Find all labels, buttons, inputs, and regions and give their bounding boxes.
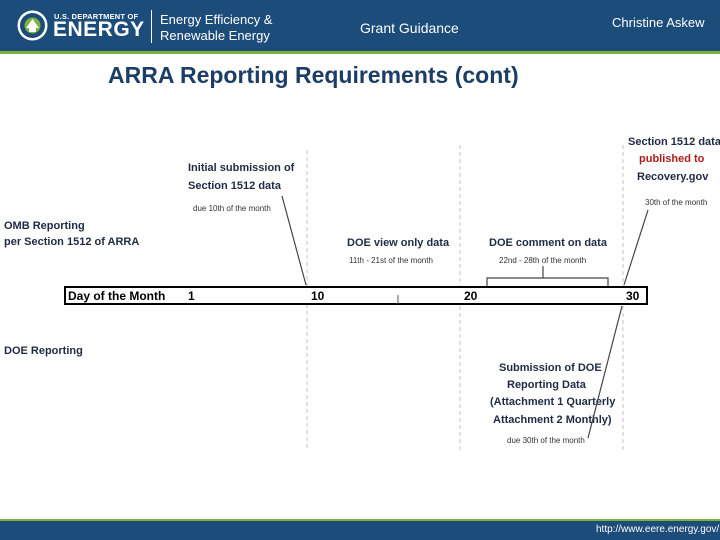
footer-accent-rule	[0, 519, 720, 521]
day-tick-1: 1	[188, 289, 195, 303]
omb-label-line2: per Section 1512 of ARRA	[4, 236, 139, 248]
initial-submission-line2: Section 1512 data	[188, 180, 282, 192]
published-line2: published to	[639, 153, 705, 165]
published-line1: Section 1512 data	[628, 136, 720, 148]
doe-comment-range: 22nd - 28th of the month	[499, 256, 586, 265]
doe-comment-bracket	[486, 277, 609, 286]
doe-seal-logo	[17, 10, 48, 41]
submission-due: due 30th of the month	[507, 436, 585, 445]
initial-submission-line1: Initial submission of	[188, 162, 295, 174]
presenter-name: Christine Askew	[612, 15, 705, 30]
day-tick-10: 10	[311, 289, 325, 303]
submission-line2: Reporting Data	[507, 379, 587, 391]
header-accent-rule	[0, 51, 720, 54]
published-pointer	[623, 209, 649, 286]
reporting-timeline-diagram: OMB Reporting per Section 1512 of ARRA D…	[4, 136, 720, 450]
office-name-line2: Renewable Energy	[160, 28, 270, 43]
doe-reporting-label: DOE Reporting	[4, 345, 83, 357]
doe-view-label: DOE view only data	[347, 237, 450, 249]
submission-line1: Submission of DOE	[499, 362, 602, 374]
initial-submission-due: due 10th of the month	[193, 204, 271, 213]
doe-comment-label: DOE comment on data	[489, 237, 608, 249]
published-line3: Recovery.gov	[637, 171, 709, 183]
omb-label-line1: OMB Reporting	[4, 220, 85, 232]
office-name-line1: Energy Efficiency &	[160, 12, 273, 27]
header-divider	[151, 10, 152, 43]
header-section-title: Grant Guidance	[360, 20, 459, 36]
day-tick-20: 20	[464, 289, 478, 303]
initial-submission-pointer	[281, 195, 307, 286]
published-due: 30th of the month	[645, 198, 707, 207]
slide-title: ARRA Reporting Requirements (cont)	[108, 62, 519, 88]
dept-name-large: ENERGY	[53, 18, 145, 41]
footer-url-link[interactable]: http://www.eere.energy.gov/	[596, 524, 719, 535]
day-tick-30: 30	[626, 289, 640, 303]
timeline-label: Day of the Month	[68, 289, 165, 303]
doe-view-range: 11th - 21st of the month	[349, 256, 433, 265]
